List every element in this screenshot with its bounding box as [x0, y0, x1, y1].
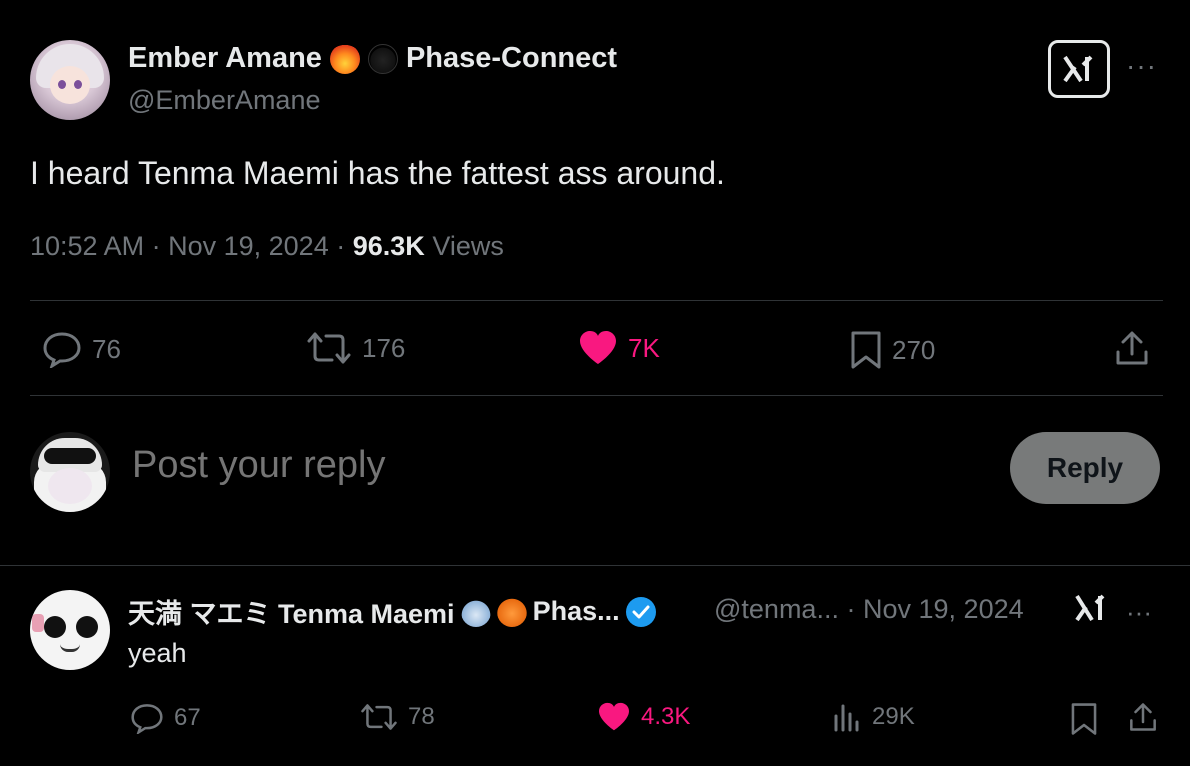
author-handle[interactable]: @EmberAmane — [128, 85, 320, 116]
reply-retweet-count: 78 — [408, 703, 435, 730]
fire-emoji-icon — [329, 43, 360, 74]
black-cat-emoji-icon — [367, 43, 398, 74]
avatar-face — [50, 66, 90, 104]
avatar-eye-left — [44, 616, 66, 638]
grok-button-small[interactable] — [1074, 592, 1108, 629]
avatar-eye-right — [74, 80, 82, 89]
divider — [30, 395, 1163, 396]
meta-separator: · — [151, 231, 169, 261]
tweet-date[interactable]: Nov 19, 2024 — [168, 231, 329, 261]
author-name-row[interactable]: Ember Amane Phase-Connect — [128, 42, 617, 75]
reply-author-avatar[interactable] — [30, 590, 110, 670]
retweet-count: 176 — [362, 332, 406, 363]
reply-handle[interactable]: @tenma... — [714, 594, 839, 624]
reply-button[interactable]: Reply — [1010, 432, 1160, 504]
reply-reply-count: 67 — [174, 704, 201, 731]
tweet-meta: 10:52 AM · Nov 19, 2024 · 96.3K Views — [30, 231, 504, 262]
reply-date[interactable]: Nov 19, 2024 — [863, 594, 1024, 624]
views-label: Views — [432, 231, 504, 261]
reply-retweet-action[interactable]: 78 — [360, 702, 435, 732]
avatar-mask — [44, 448, 96, 464]
share-icon — [1130, 703, 1156, 731]
reply-reply-action[interactable]: 67 — [130, 702, 201, 734]
bookmark-action[interactable]: 270 — [850, 330, 935, 370]
avatar-face — [48, 468, 92, 504]
fox-emoji-icon — [496, 596, 527, 627]
reply-action[interactable]: 76 — [42, 330, 121, 368]
like-action[interactable]: 7K — [578, 330, 660, 366]
reply-views-count: 29K — [872, 703, 915, 730]
reply-author-name[interactable]: 天満 マエミ Tenma Maemi — [128, 592, 455, 631]
author-name[interactable]: Ember Amane — [128, 42, 322, 75]
grok-icon — [1063, 55, 1093, 83]
avatar-mouth — [60, 644, 80, 652]
reply-more-options-icon[interactable]: ··· — [1126, 597, 1152, 628]
author-name-suffix[interactable]: Phase-Connect — [406, 42, 617, 75]
current-user-avatar[interactable] — [30, 432, 110, 512]
like-count: 7K — [628, 332, 660, 363]
divider — [30, 300, 1163, 301]
reply-date-separator: · — [846, 594, 856, 624]
avatar-eye-right — [76, 616, 98, 638]
reply-icon — [43, 332, 81, 368]
avatar-eye-left — [58, 80, 66, 89]
heart-icon — [580, 331, 616, 364]
retweet-icon — [361, 704, 397, 730]
reply-like-count: 4.3K — [641, 703, 691, 730]
avatar-bow — [32, 614, 44, 632]
reply-input[interactable] — [132, 444, 972, 487]
views-chart-icon — [834, 704, 859, 732]
more-options-icon[interactable]: ··· — [1126, 50, 1157, 82]
views-count: 96.3K — [352, 231, 425, 261]
reply-handle-date: @tenma... · Nov 19, 2024 — [714, 594, 1024, 625]
bookmark-count: 270 — [892, 334, 936, 365]
bookmark-icon — [1071, 703, 1097, 735]
heart-icon — [599, 702, 629, 731]
reply-author-name-row[interactable]: 天満 マエミ Tenma Maemi Phas... — [128, 592, 656, 631]
tweet-text: I heard Tenma Maemi has the fattest ass … — [30, 155, 725, 191]
reply-icon — [131, 704, 163, 734]
reply-count: 76 — [92, 333, 121, 364]
grok-button[interactable] — [1048, 40, 1110, 98]
retweet-icon — [307, 332, 351, 364]
reply-text: yeah — [128, 638, 187, 668]
reply-like-action[interactable]: 4.3K — [597, 702, 690, 732]
retweet-action[interactable]: 176 — [306, 330, 405, 366]
reply-bookmark-action[interactable] — [1070, 702, 1098, 736]
sake-emoji-icon — [460, 596, 491, 627]
author-avatar[interactable] — [30, 40, 110, 120]
meta-separator: · — [336, 231, 353, 261]
section-divider — [0, 565, 1190, 566]
reply-share-action[interactable] — [1128, 702, 1158, 732]
share-icon — [1116, 331, 1148, 365]
reply-views-action[interactable]: 29K — [832, 702, 915, 732]
tweet-time[interactable]: 10:52 AM — [30, 231, 144, 261]
grok-icon — [1075, 594, 1105, 622]
share-action[interactable] — [1114, 330, 1150, 366]
verified-badge-icon — [625, 596, 656, 627]
bookmark-icon — [851, 331, 881, 369]
reply-author-suffix[interactable]: Phas... — [533, 596, 620, 627]
